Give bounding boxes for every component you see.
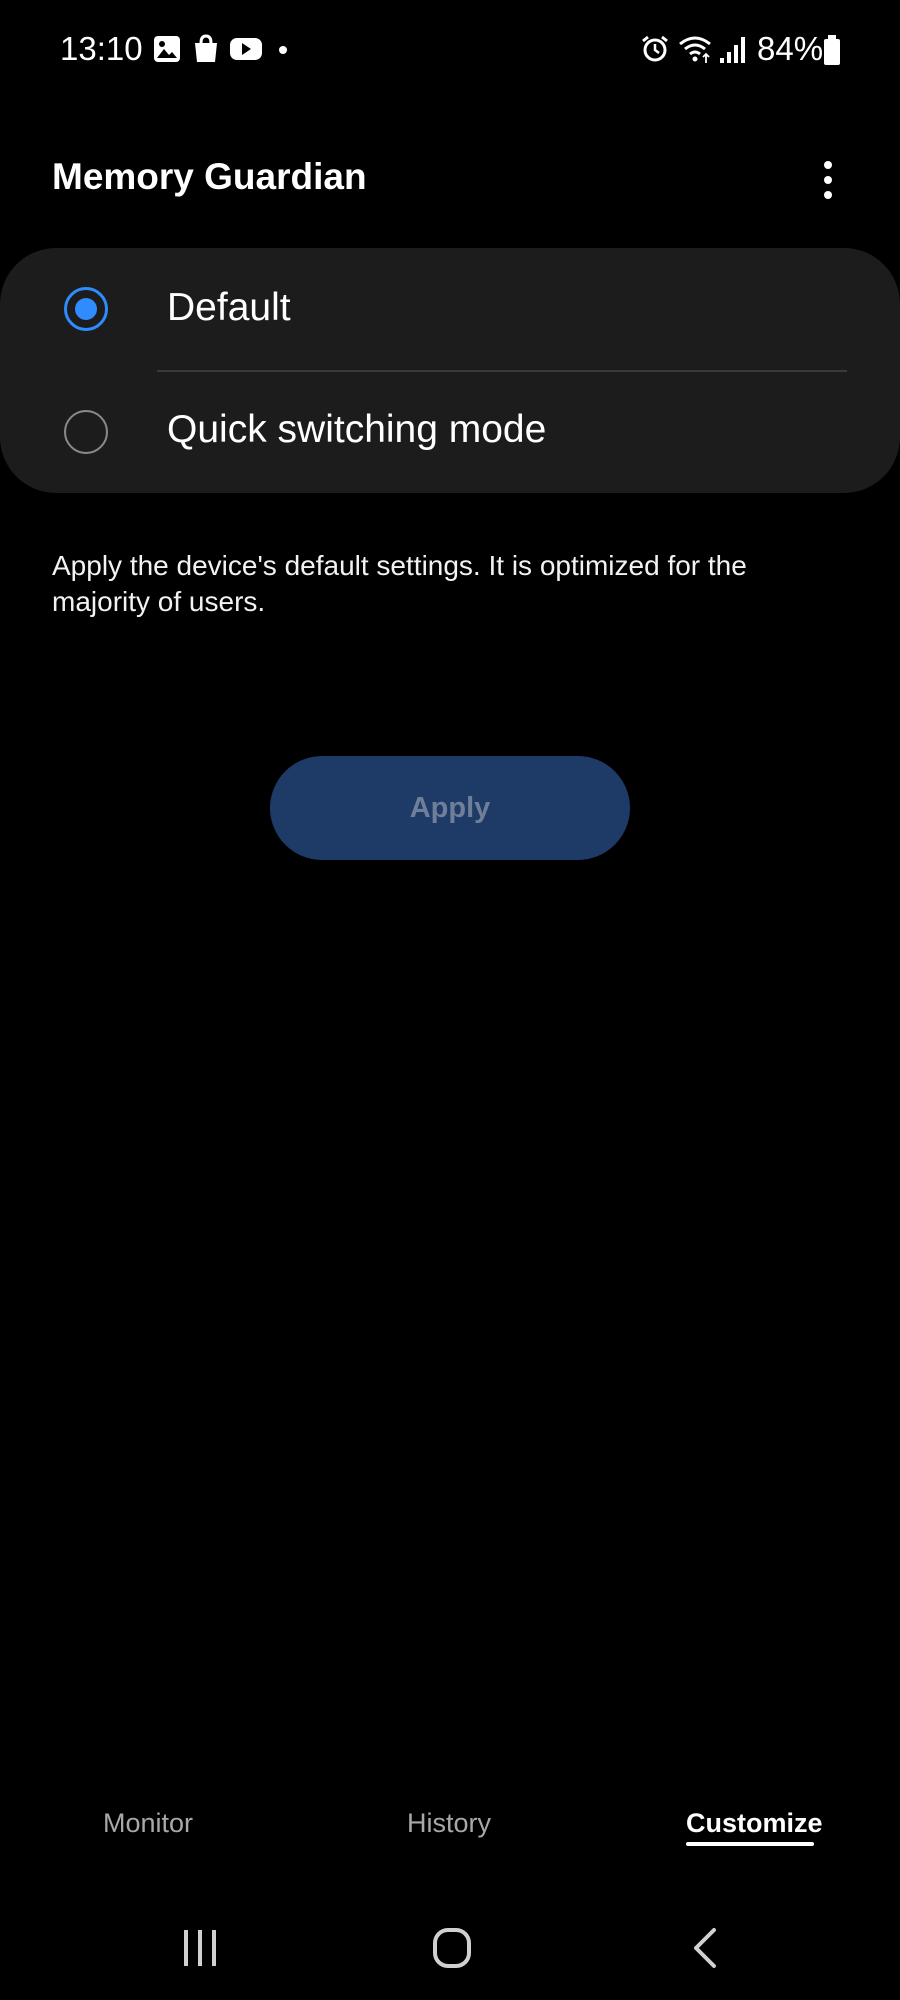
recents-button[interactable] xyxy=(160,1920,240,1976)
page-title: Memory Guardian xyxy=(52,156,367,197)
tab-history[interactable]: History xyxy=(407,1808,491,1839)
radio-button-unchecked[interactable] xyxy=(64,410,108,454)
mode-options-card: Default Quick switching mode xyxy=(0,248,900,493)
more-vertical-icon xyxy=(824,161,832,169)
radio-button-checked[interactable] xyxy=(64,287,108,331)
back-button[interactable] xyxy=(664,1920,744,1976)
gallery-icon xyxy=(154,36,180,62)
tab-monitor[interactable]: Monitor xyxy=(103,1808,193,1839)
youtube-icon xyxy=(230,38,262,60)
battery-percentage: 84% xyxy=(757,30,824,67)
home-button[interactable] xyxy=(412,1920,492,1976)
recents-icon xyxy=(184,1930,216,1966)
tab-customize[interactable]: Customize xyxy=(686,1808,823,1839)
option-default[interactable]: Default xyxy=(0,248,900,370)
signal-icon xyxy=(720,37,745,63)
option-label: Default xyxy=(167,286,291,329)
battery-icon xyxy=(824,35,840,65)
status-time: 13:10 xyxy=(60,30,143,67)
apply-button[interactable]: Apply xyxy=(270,756,630,860)
mode-description: Apply the device's default settings. It … xyxy=(52,550,747,617)
active-tab-indicator xyxy=(686,1842,814,1846)
home-icon xyxy=(433,1928,471,1968)
dot-icon xyxy=(279,46,287,54)
more-options-button[interactable] xyxy=(808,155,848,205)
shopping-bag-icon xyxy=(195,34,217,62)
back-icon xyxy=(694,1928,716,1968)
option-quick-switching-mode[interactable]: Quick switching mode xyxy=(0,371,900,493)
alarm-icon xyxy=(642,35,668,62)
status-bar: 13:10 84% xyxy=(0,0,900,100)
wifi-icon xyxy=(679,36,711,63)
option-label: Quick switching mode xyxy=(167,408,547,451)
